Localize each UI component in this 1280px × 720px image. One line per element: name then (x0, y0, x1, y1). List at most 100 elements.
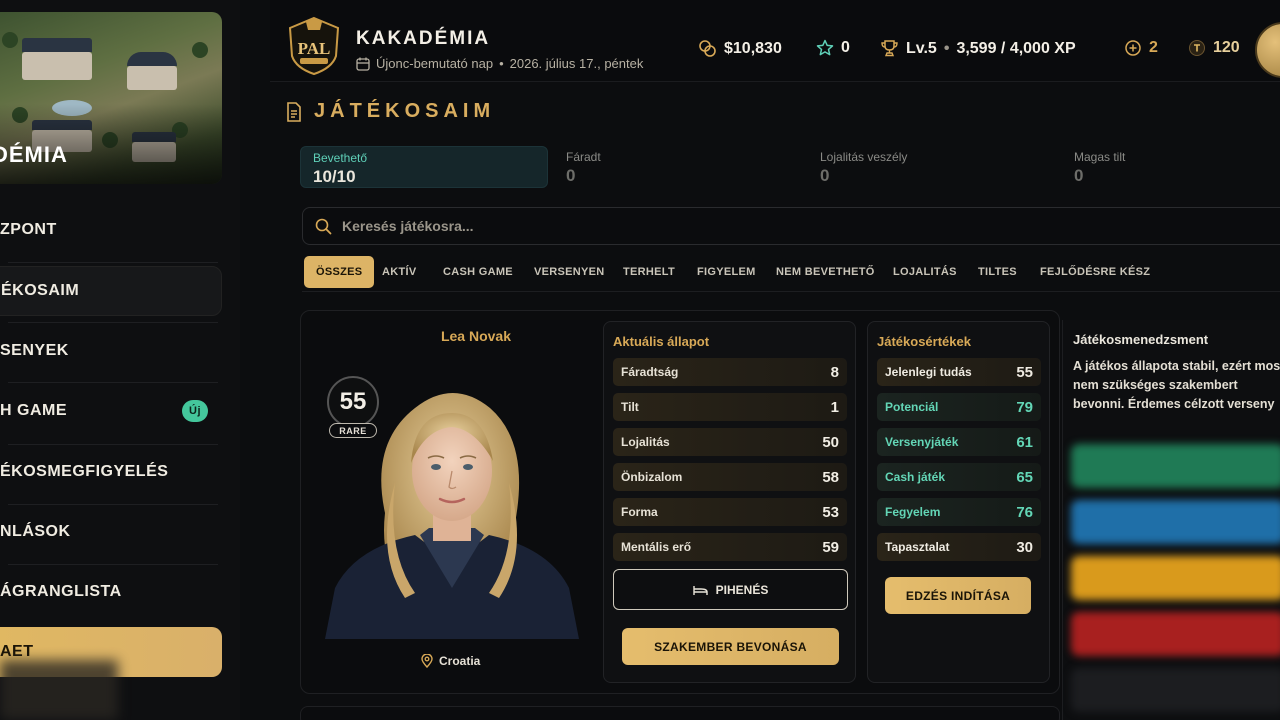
date-label: 2026. július 17., péntek (509, 56, 644, 71)
filter-tilt[interactable]: TILTES (966, 256, 1029, 288)
bed-icon (692, 585, 708, 595)
location-pin-icon (421, 654, 433, 668)
document-icon (287, 101, 301, 122)
search-icon (315, 218, 332, 234)
player-location: Croatia (421, 654, 480, 668)
row-label: Tilt (621, 400, 639, 414)
row-value: 8 (830, 363, 839, 381)
plus-circle-icon (1125, 40, 1141, 56)
start-training-button[interactable]: EDZÉS INDÍTÁSA (885, 577, 1031, 614)
filter-in-tournament[interactable]: VERSENYEN (522, 256, 617, 288)
stars-stat: 0 (816, 39, 850, 57)
specialist-button[interactable]: SZAKEMBER BEVONÁSA (622, 628, 839, 665)
state-row-loyalty: Lojalitás 50 (613, 428, 847, 456)
row-value: 1 (830, 398, 839, 416)
filter-unavailable[interactable]: NEM BEVETHETŐ (764, 256, 887, 288)
row-value: 61 (1016, 433, 1033, 451)
current-state-panel: Aktuális állapot Fáradtság 8 Tilt 1 Lojali… (603, 321, 856, 683)
token-icon (1189, 40, 1205, 56)
sidebar-item-ajanlasok[interactable]: NLÁSOK (0, 507, 222, 557)
sidebar-item-versenyek[interactable]: SENYEK (0, 326, 222, 376)
plus-stat: 2 (1124, 39, 1158, 57)
kpi-loyalty-risk[interactable]: Lojalitás veszély 0 (808, 146, 1056, 188)
row-value: 30 (1016, 538, 1033, 556)
filter-loyalty[interactable]: LOJALITÁS (881, 256, 969, 288)
attr-row-tournament: Versenyjáték 61 (877, 428, 1041, 456)
panel-title: Aktuális állapot (613, 334, 710, 349)
filter-cash-game[interactable]: CASH GAME (431, 256, 525, 288)
row-value: 50 (822, 433, 839, 451)
management-action-button[interactable] (1071, 444, 1280, 488)
management-action-button[interactable] (1071, 556, 1280, 600)
page-title: JÁTÉKOSAIM (286, 100, 495, 123)
kpi-tired[interactable]: Fáradt 0 (554, 146, 802, 188)
state-row-fatigue: Fáradtság 8 (613, 358, 847, 386)
sidebar-item-jatekosmegfigyeles[interactable]: ÉKOSMEGFIGYELÉS (0, 447, 222, 497)
date-subtitle: Újonc-bemutató nap • 2026. július 17., p… (356, 56, 643, 71)
attr-row-cash: Cash játék 65 (877, 463, 1041, 491)
blurred-overlay (0, 660, 118, 720)
row-label: Fáradtság (621, 365, 679, 379)
profile-avatar[interactable] (1255, 22, 1280, 78)
filter-tabs: ÖSSZES AKTÍV CASH GAME VERSENYEN TERHELT… (302, 254, 1280, 292)
state-row-mental: Mentális erő 59 (613, 533, 847, 561)
sidebar-item-kozpont[interactable]: ZPONT (0, 205, 222, 255)
attr-row-experience: Tapasztalat 30 (877, 533, 1041, 561)
sidebar: DÉMIA ZPONT ÉKOSAIM SENYEK H GAME Új ÉKO… (0, 0, 240, 720)
filter-ready-to-develop[interactable]: FEJLŐDÉSRE KÉSZ (1028, 256, 1162, 288)
star-icon (816, 39, 834, 56)
sidebar-item-label: ÉKOSMEGFIGYELÉS (0, 463, 169, 480)
state-row-form: Forma 53 (613, 498, 847, 526)
management-action-button[interactable] (1071, 500, 1280, 544)
row-value: 76 (1016, 503, 1033, 521)
kpi-value: 0 (566, 166, 576, 185)
sidebar-item-label: AET (0, 643, 34, 660)
row-label: Lojalitás (621, 435, 670, 449)
page-title-text: JÁTÉKOSAIM (314, 100, 496, 122)
filter-loaded[interactable]: TERHELT (611, 256, 687, 288)
sidebar-item-label: ZPONT (0, 221, 57, 238)
dot-separator: • (499, 56, 504, 71)
attr-row-discipline: Fegyelem 76 (877, 498, 1041, 526)
sidebar-item-ranglista[interactable]: ÁGRANGLISTA (0, 567, 222, 617)
new-badge: Új (182, 400, 208, 422)
filter-attention[interactable]: FIGYELEM (685, 256, 768, 288)
player-search-bar (302, 207, 1280, 245)
row-label: Fegyelem (885, 505, 941, 519)
svg-text:PAL: PAL (298, 39, 331, 58)
row-label: Forma (621, 505, 658, 519)
calendar-icon (356, 57, 370, 71)
player-search-input[interactable] (342, 218, 942, 234)
management-action-button[interactable] (1071, 612, 1280, 656)
sidebar-item-jatekosaim[interactable]: ÉKOSAIM (0, 266, 222, 316)
kpi-deployable[interactable]: Bevethető 10/10 (300, 146, 548, 188)
sidebar-hero-title: DÉMIA (0, 142, 68, 167)
row-value: 58 (822, 468, 839, 486)
rest-button[interactable]: PIHENÉS (613, 569, 848, 610)
filter-active[interactable]: AKTÍV (370, 256, 429, 288)
player-country: Croatia (439, 654, 481, 668)
level-stat: Lv.5 • 3,599 / 4,000 XP (880, 39, 1076, 58)
row-label: Jelenlegi tudás (885, 365, 972, 379)
rest-button-label: PIHENÉS (715, 582, 769, 597)
kpi-value: 10/10 (313, 167, 356, 186)
state-row-confidence: Önbizalom 58 (613, 463, 847, 491)
state-row-tilt: Tilt 1 (613, 393, 847, 421)
filter-all[interactable]: ÖSSZES (304, 256, 375, 288)
player-rating-badge: 55 (327, 376, 379, 428)
management-action-button[interactable] (1071, 668, 1280, 712)
sidebar-item-label: SENYEK (0, 342, 69, 359)
kpi-high-tilt[interactable]: Magas tilt 0 (1062, 146, 1280, 188)
row-label: Önbizalom (621, 470, 683, 484)
row-label: Versenyjáték (885, 435, 959, 449)
next-player-card (300, 706, 1060, 720)
sidebar-item-label: NLÁSOK (0, 523, 71, 540)
row-value: 59 (822, 538, 839, 556)
top-bar: PAL KAKADÉMIA Újonc-bemutató nap • 2026.… (270, 0, 1280, 82)
sidebar-item-cash-game[interactable]: H GAME Új (0, 386, 222, 436)
coins-icon (699, 40, 716, 57)
plus-value: 2 (1149, 39, 1158, 56)
panel-title: Játékosértékek (877, 334, 971, 349)
app-brand-title: KAKADÉMIA (356, 28, 491, 49)
dot-separator: • (943, 39, 950, 57)
